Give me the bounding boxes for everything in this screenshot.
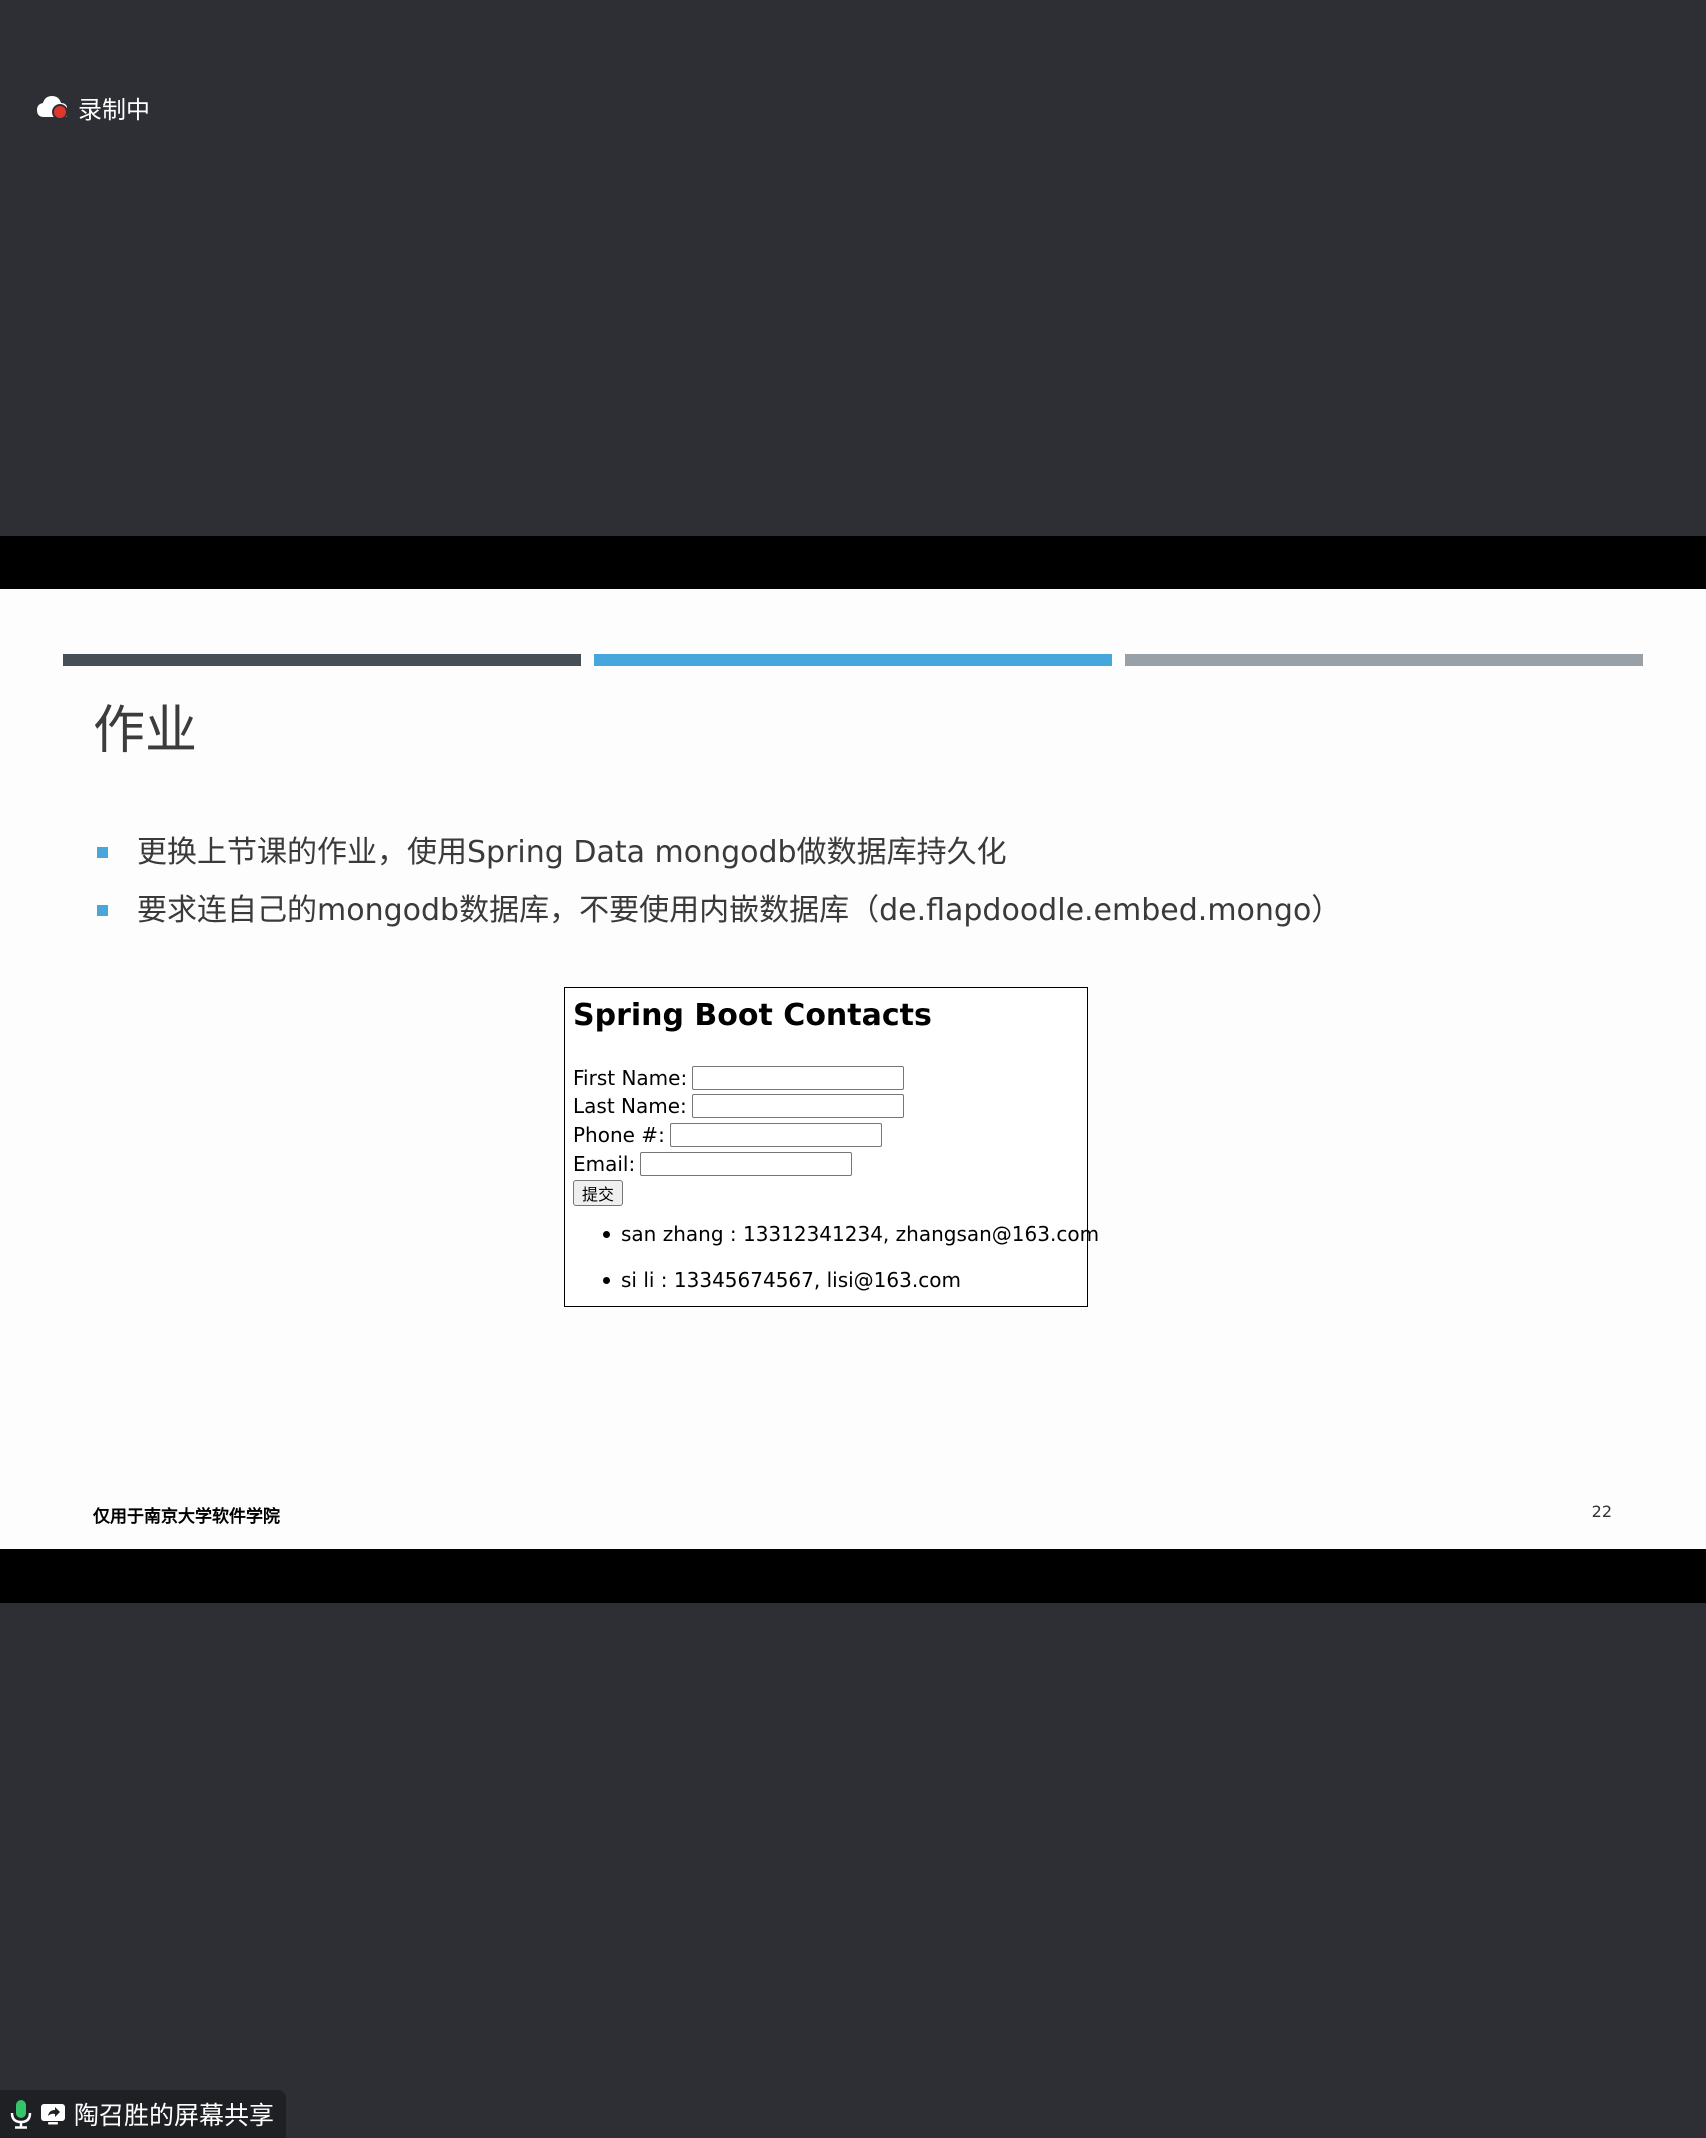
slide-bullet-text: 更换上节课的作业，使用Spring Data mongodb做数据库持久化 <box>137 835 1007 870</box>
phone-label: Phone #: <box>573 1123 665 1147</box>
last-name-row: Last Name: <box>573 1093 904 1119</box>
cloud-recording-icon <box>36 93 70 121</box>
slide-title: 作业 <box>93 701 198 761</box>
contact-text: si li : 13345674567, lisi@163.com <box>621 1268 961 1292</box>
meeting-window: 录制中 作业 更换上节课的作业，使用Spring Data mongodb做数据… <box>0 0 1706 2138</box>
first-name-row: First Name: <box>573 1065 905 1091</box>
email-input[interactable] <box>640 1152 853 1176</box>
recording-indicator[interactable]: 录制中 <box>36 90 150 124</box>
contact-list: san zhang : 13312341234, zhangsan@163.co… <box>601 1214 1099 1306</box>
contact-list-item: si li : 13345674567, lisi@163.com <box>601 1260 1099 1306</box>
letterbox-top <box>0 536 1706 589</box>
contact-text: san zhang : 13312341234, zhangsan@163.co… <box>621 1222 1100 1246</box>
slide-bullet: 更换上节课的作业，使用Spring Data mongodb做数据库持久化 <box>93 831 1341 889</box>
screen-share-icon <box>40 2102 66 2126</box>
email-label: Email: <box>573 1152 636 1176</box>
screen-share-label: 陶召胜的屏幕共享 <box>74 2101 275 2130</box>
first-name-label: First Name: <box>573 1066 688 1090</box>
bullet-dot-icon <box>603 1231 610 1238</box>
phone-row: Phone #: <box>573 1122 882 1148</box>
presentation-slide: 作业 更换上节课的作业，使用Spring Data mongodb做数据库持久化… <box>0 589 1706 1549</box>
submit-button[interactable]: 提交 <box>573 1180 624 1206</box>
square-bullet-icon <box>97 905 108 916</box>
slide-page-number: 22 <box>1591 1502 1612 1521</box>
contact-list-item: san zhang : 13312341234, zhangsan@163.co… <box>601 1214 1099 1260</box>
slide-bullet: 要求连自己的mongodb数据库，不要使用内嵌数据库（de.flapdoodle… <box>93 889 1341 947</box>
slide-bullet-list: 更换上节课的作业，使用Spring Data mongodb做数据库持久化 要求… <box>93 831 1341 947</box>
screen-share-badge[interactable]: 陶召胜的屏幕共享 <box>0 2090 286 2138</box>
slide-bullet-text: 要求连自己的mongodb数据库，不要使用内嵌数据库（de.flapdoodle… <box>137 893 1342 928</box>
last-name-input[interactable] <box>691 1094 904 1118</box>
header-stripe-gray <box>1125 654 1643 666</box>
bullet-dot-icon <box>603 1277 610 1284</box>
recording-label: 录制中 <box>78 95 150 124</box>
microphone-icon[interactable] <box>10 2099 32 2129</box>
phone-input[interactable] <box>669 1123 882 1147</box>
first-name-input[interactable] <box>692 1066 905 1090</box>
letterbox-bottom <box>0 1549 1706 1603</box>
last-name-label: Last Name: <box>573 1094 687 1118</box>
slide-footer-text: 仅用于南京大学软件学院 <box>93 1507 280 1527</box>
square-bullet-icon <box>97 847 108 858</box>
header-stripe-dark <box>63 654 581 666</box>
header-stripe-blue <box>594 654 1112 666</box>
webpage-screenshot: Spring Boot Contacts First Name: Last Na… <box>564 987 1099 1307</box>
webpage-title: Spring Boot Contacts <box>573 998 932 1033</box>
email-row: Email: <box>573 1151 853 1177</box>
